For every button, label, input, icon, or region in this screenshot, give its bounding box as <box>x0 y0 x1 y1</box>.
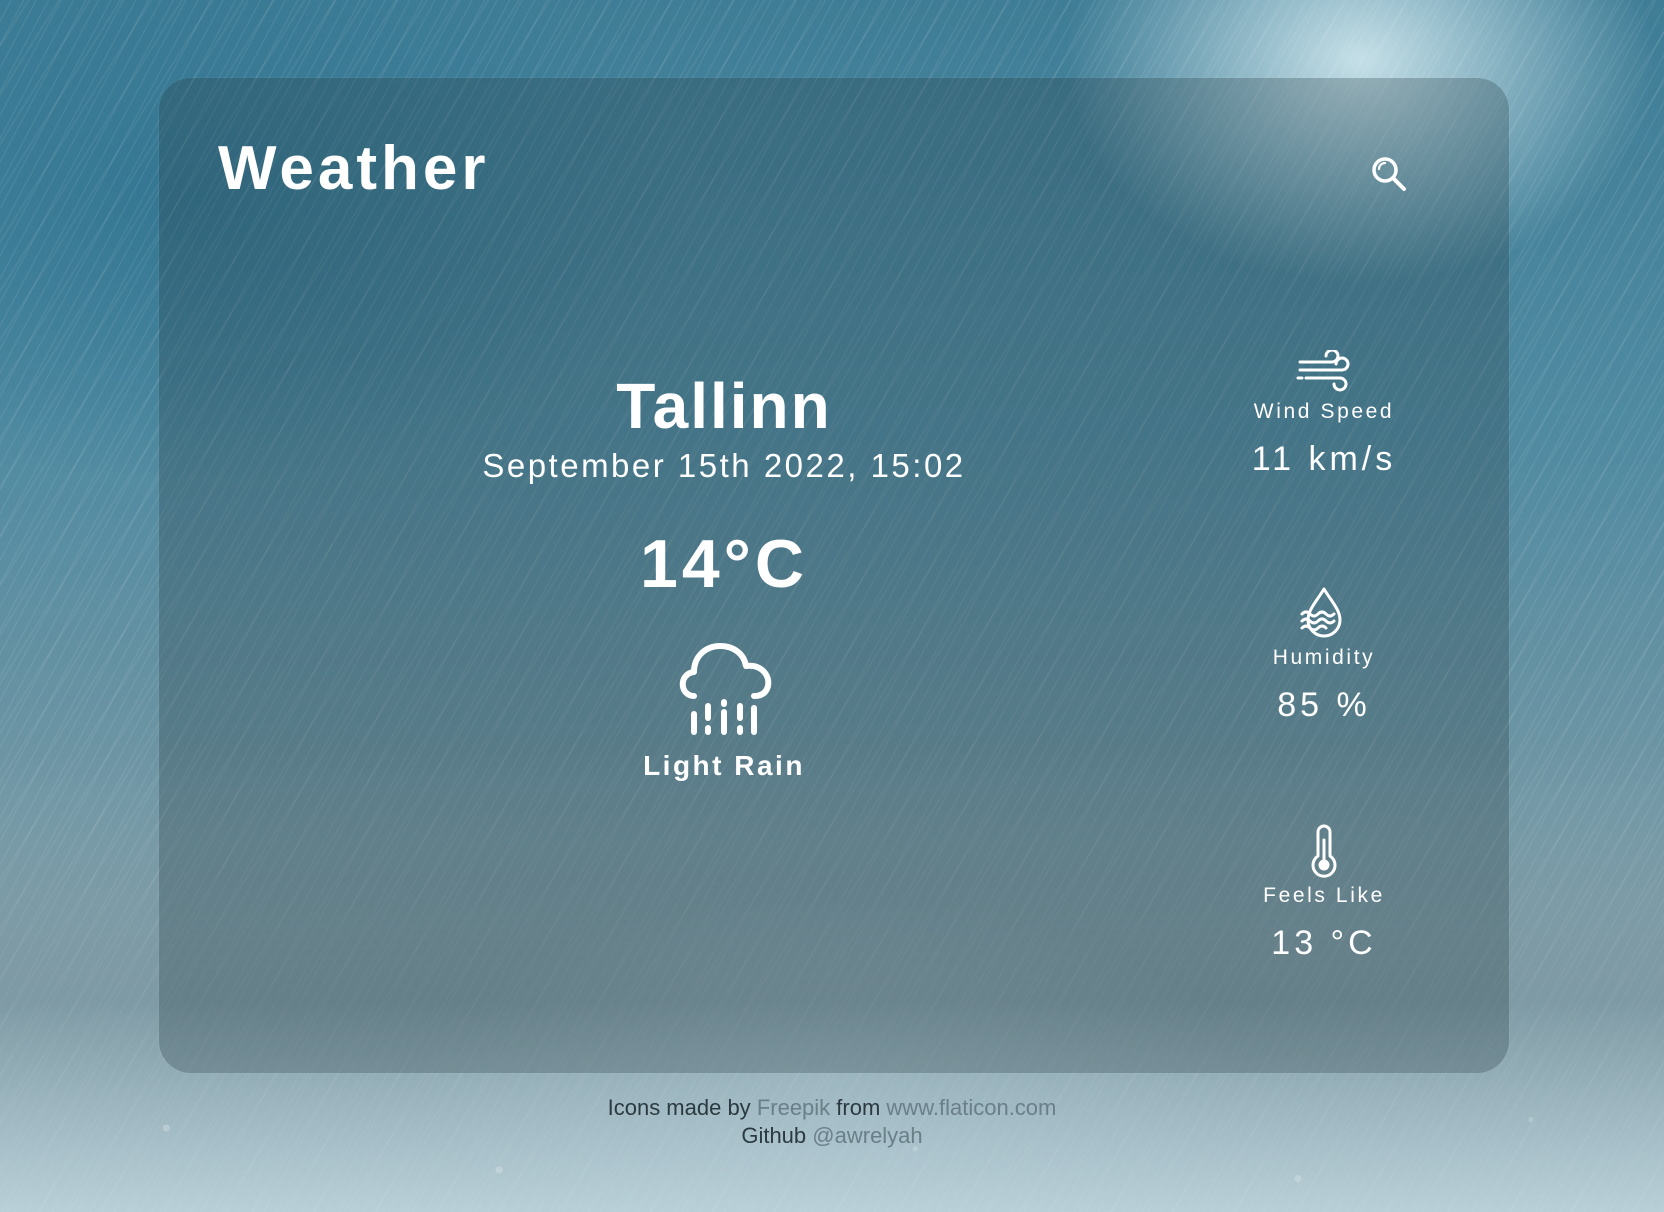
wind-speed-label: Wind Speed <box>1253 400 1395 423</box>
temperature: 14°C <box>640 526 808 602</box>
app-title: Weather <box>218 134 490 203</box>
stat-feels-like: Feels Like 13 °C <box>1199 824 1449 963</box>
search-button[interactable] <box>1369 154 1409 194</box>
current-weather: Tallinn September 15th 2022, 15:02 14°C … <box>419 368 1029 782</box>
freepik-link[interactable]: Freepik <box>757 1095 830 1120</box>
github-link[interactable]: @awrelyah <box>812 1123 922 1148</box>
search-icon <box>1372 157 1406 191</box>
thermometer-icon <box>1311 824 1337 878</box>
icon-credit: Icons made by Freepik from www.flaticon.… <box>0 1094 1664 1122</box>
weather-card: Weather Tallinn September 15th 2022, 15:… <box>159 78 1509 1073</box>
humidity-value: 85 % <box>1277 686 1371 724</box>
condition-label: Light Rain <box>643 750 805 781</box>
city-name: Tallinn <box>616 370 832 442</box>
stat-wind-speed: Wind Speed 11 km/s <box>1199 350 1449 479</box>
rain-cloud-icon <box>679 643 772 735</box>
feels-like-value: 13 °C <box>1271 924 1377 962</box>
humidity-label: Humidity <box>1272 646 1376 669</box>
github-credit: Github @awrelyah <box>0 1122 1664 1150</box>
humidity-icon <box>1300 587 1342 638</box>
github-prefix: Github <box>741 1123 807 1148</box>
feels-like-label: Feels Like <box>1263 884 1385 907</box>
footer: Icons made by Freepik from www.flaticon.… <box>0 1094 1664 1150</box>
credit-middle: from <box>836 1095 881 1120</box>
stat-humidity: Humidity 85 % <box>1199 586 1449 725</box>
date-time: September 15th 2022, 15:02 <box>482 447 966 484</box>
credit-prefix: Icons made by <box>607 1095 751 1120</box>
flaticon-link[interactable]: www.flaticon.com <box>886 1095 1056 1120</box>
wind-icon <box>1296 350 1350 392</box>
wind-speed-value: 11 km/s <box>1251 440 1397 478</box>
